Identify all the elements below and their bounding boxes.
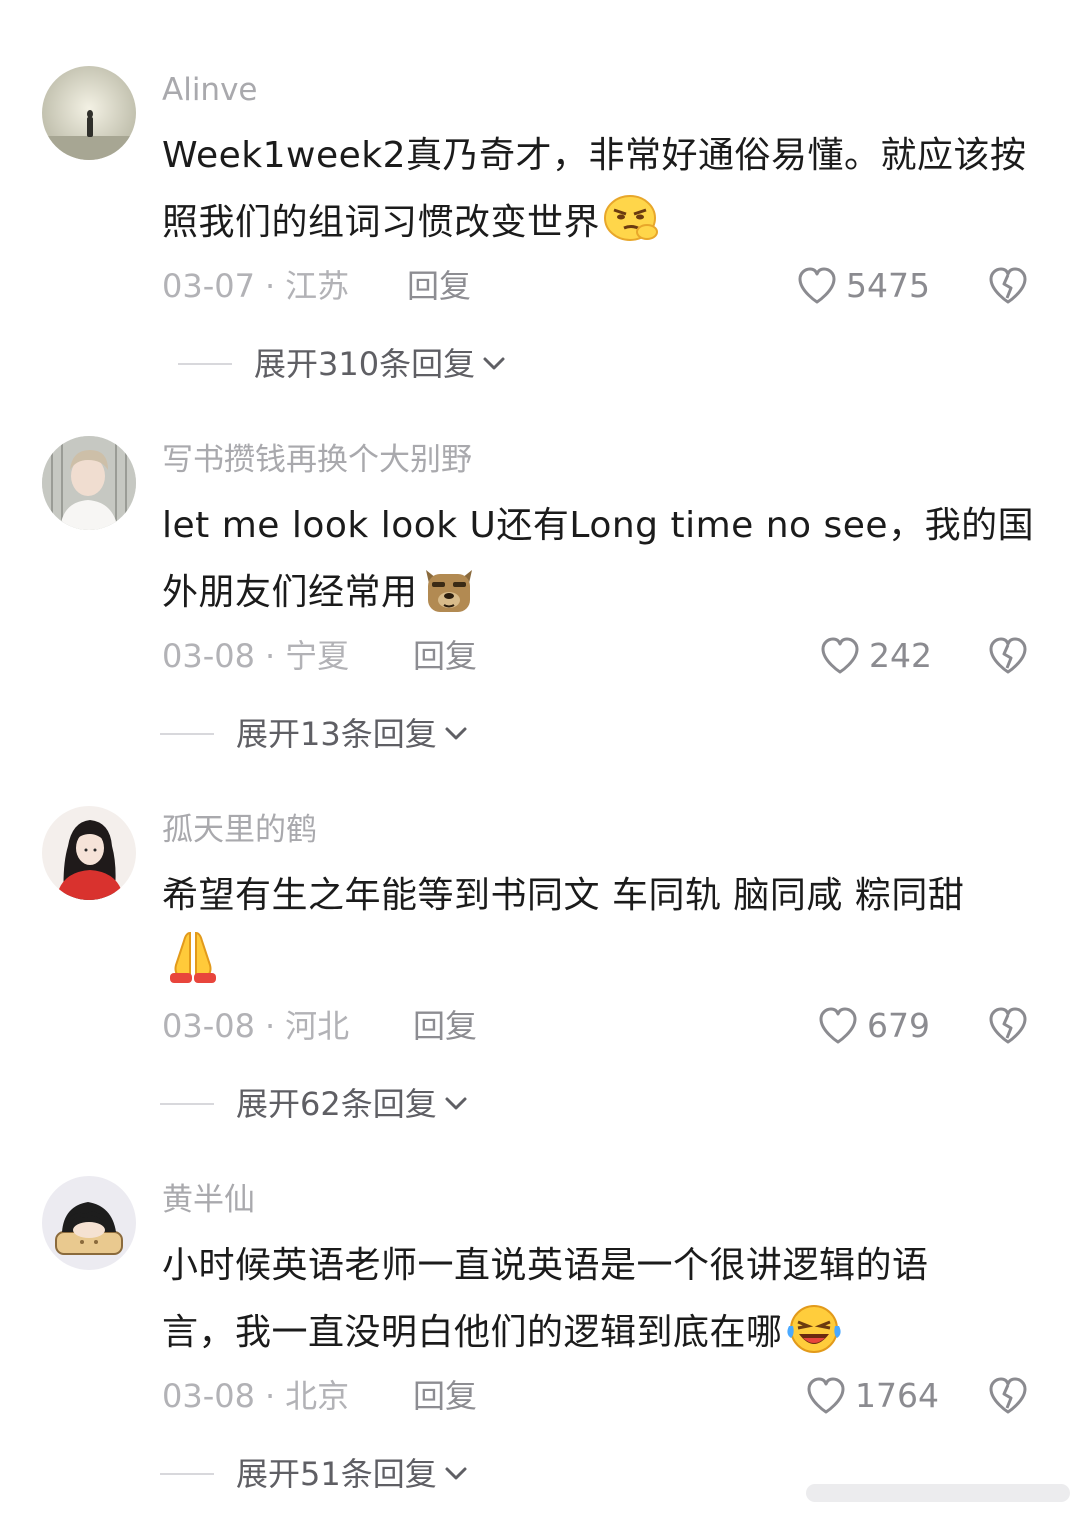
like-button[interactable]: 242 xyxy=(819,634,932,678)
meta-separator: · xyxy=(264,1007,276,1045)
comment-text-content: 希望有生之年能等到书同文 车同轨 脑同咸 粽同甜 xyxy=(162,875,965,916)
comment-text: 希望有生之年能等到书同文 车同轨 脑同咸 粽同甜 xyxy=(162,862,1042,1001)
comment-text-content: Week1week2真乃奇才，非常好通俗易懂。就应该按照我们的组词习惯改变世界 xyxy=(162,135,1027,243)
username[interactable]: 黄半仙 xyxy=(162,1180,255,1220)
meta-separator: · xyxy=(264,637,276,675)
like-count: 5475 xyxy=(846,266,930,305)
reply-button[interactable]: 回复 xyxy=(413,1004,477,1048)
chevron-down-icon xyxy=(445,1467,467,1480)
like-count: 1764 xyxy=(855,1376,939,1415)
heart-icon xyxy=(807,1377,845,1414)
like-button[interactable]: 679 xyxy=(817,1004,930,1048)
chevron-down-icon xyxy=(483,357,505,370)
comment-text: 小时候英语老师一直说英语是一个很讲逻辑的语言，我一直没明白他们的逻辑到底在哪 xyxy=(162,1232,992,1366)
username[interactable]: 孤天里的鹤 xyxy=(162,810,317,850)
comment-location: 河北 xyxy=(285,1007,350,1045)
heart-icon xyxy=(819,1007,857,1044)
dog-face-emoji-icon xyxy=(418,560,480,616)
expand-replies[interactable]: 展开310条回复 xyxy=(178,342,507,386)
username[interactable]: Alinve xyxy=(162,70,258,110)
expand-replies[interactable]: 展开13条回复 xyxy=(160,712,469,756)
expand-replies-label: 展开51条回复 xyxy=(236,1455,437,1493)
expand-replies[interactable]: 展开51条回复 xyxy=(160,1452,469,1496)
username[interactable]: 写书攒钱再换个大别野 xyxy=(162,440,472,480)
comment-meta: 03-08 · 宁夏 xyxy=(162,634,349,678)
reply-button[interactable]: 回复 xyxy=(413,1374,477,1418)
avatar[interactable] xyxy=(42,806,136,900)
comment-date: 03-07 xyxy=(162,267,255,305)
meta-separator: · xyxy=(264,267,276,305)
divider-line xyxy=(160,733,214,735)
comment-text: Week1week2真乃奇才，非常好通俗易懂。就应该按照我们的组词习惯改变世界 xyxy=(162,122,1042,256)
comment-meta: 03-08 · 北京 xyxy=(162,1374,349,1418)
divider-line xyxy=(178,363,232,365)
expand-replies[interactable]: 展开62条回复 xyxy=(160,1082,469,1126)
avatar[interactable] xyxy=(42,1176,136,1270)
comment-date: 03-08 xyxy=(162,1007,255,1045)
heart-icon xyxy=(821,637,859,674)
watermark-bar xyxy=(806,1484,1070,1502)
expand-replies-label: 展开13条回复 xyxy=(236,715,437,753)
like-button[interactable]: 1764 xyxy=(805,1374,939,1418)
dislike-broken-heart-icon[interactable] xyxy=(988,266,1028,306)
dislike-broken-heart-icon[interactable] xyxy=(988,1006,1028,1046)
comment-meta: 03-08 · 河北 xyxy=(162,1004,349,1048)
comment-text-content: let me look look U还有Long time no see，我的国… xyxy=(162,505,1035,613)
comment-date: 03-08 xyxy=(162,637,255,675)
heart-icon xyxy=(798,267,836,304)
chevron-down-icon xyxy=(445,1097,467,1110)
comment-text: let me look look U还有Long time no see，我的国… xyxy=(162,492,1042,626)
dislike-broken-heart-icon[interactable] xyxy=(988,636,1028,676)
comment-location: 北京 xyxy=(285,1377,350,1415)
smug-face-emoji-icon xyxy=(600,190,662,246)
comment-meta: 03-07 · 江苏 xyxy=(162,264,349,308)
divider-line xyxy=(160,1473,214,1475)
dislike-broken-heart-icon[interactable] xyxy=(988,1376,1028,1416)
comment-location: 宁夏 xyxy=(285,637,350,675)
expand-replies-label: 展开310条回复 xyxy=(254,345,476,383)
comment-location: 江苏 xyxy=(285,267,350,305)
meta-separator: · xyxy=(264,1377,276,1415)
laughing-crying-emoji-icon xyxy=(783,1300,845,1356)
avatar[interactable] xyxy=(42,436,136,530)
reply-button[interactable]: 回复 xyxy=(413,634,477,678)
like-count: 242 xyxy=(869,636,932,675)
expand-replies-label: 展开62条回复 xyxy=(236,1085,437,1123)
divider-line xyxy=(160,1103,214,1105)
like-count: 679 xyxy=(867,1006,930,1045)
chevron-down-icon xyxy=(445,727,467,740)
like-button[interactable]: 5475 xyxy=(796,264,930,308)
praying-hands-emoji-icon xyxy=(162,929,218,985)
avatar[interactable] xyxy=(42,66,136,160)
comment-date: 03-08 xyxy=(162,1377,255,1415)
reply-button[interactable]: 回复 xyxy=(407,264,471,308)
